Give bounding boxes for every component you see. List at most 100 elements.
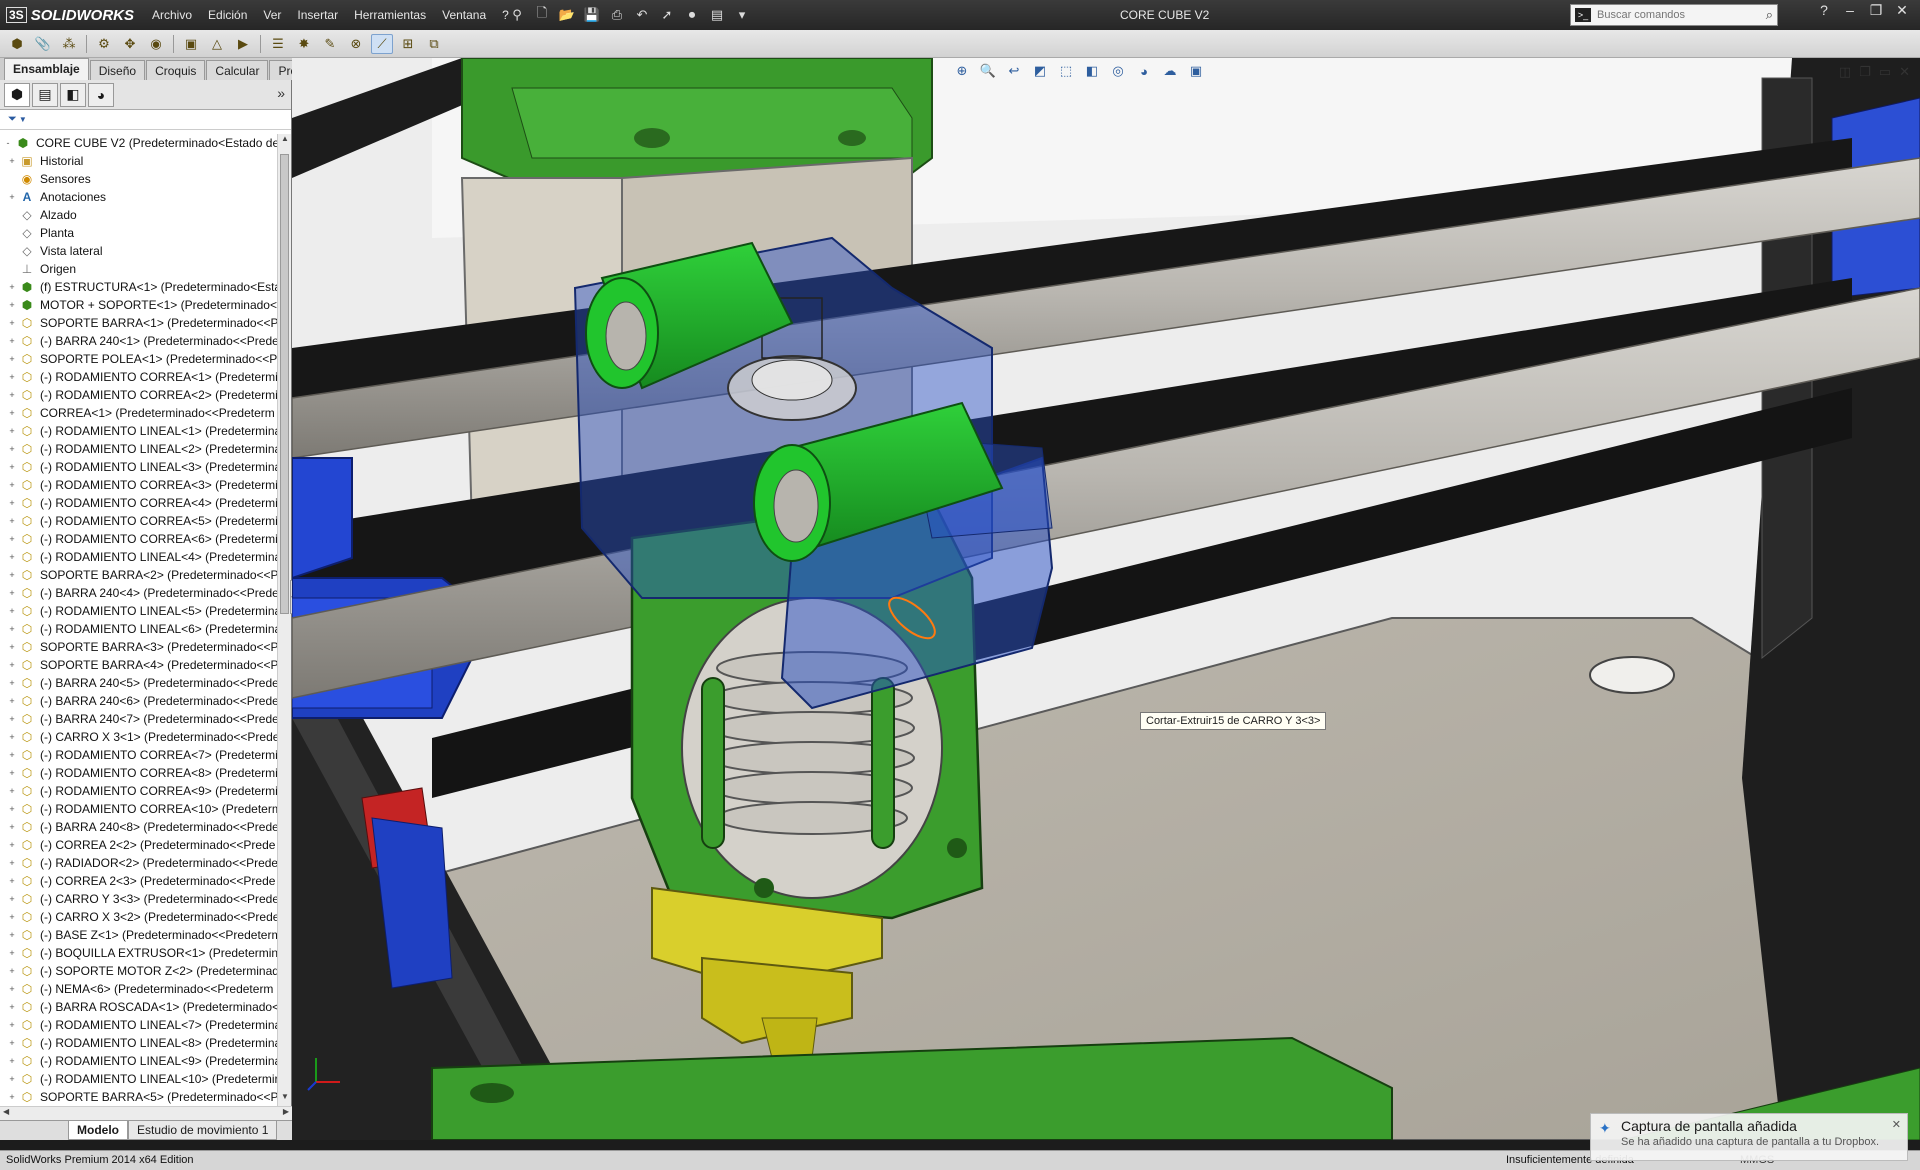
explode-line-sketch-icon[interactable]: ✎	[319, 34, 341, 54]
expand-toggle-icon[interactable]: +	[6, 354, 18, 364]
feature-tree-row[interactable]: + ▣ Historial	[0, 152, 278, 170]
expand-toggle-icon[interactable]: +	[6, 570, 18, 580]
show-hidden-icon[interactable]: ◉	[145, 34, 167, 54]
expand-toggle-icon[interactable]: +	[6, 732, 18, 742]
expand-toggle-icon[interactable]: +	[6, 336, 18, 346]
feature-tree-row[interactable]: + ⬡ (-) RODAMIENTO LINEAL<5> (Predetermina	[0, 602, 278, 620]
hide-show-items-icon[interactable]: ◎	[1108, 62, 1128, 80]
open-folder-icon[interactable]: 📂	[556, 4, 578, 26]
expand-toggle-icon[interactable]: +	[6, 786, 18, 796]
expand-toggle-icon[interactable]: +	[6, 1002, 18, 1012]
linear-pattern-icon[interactable]: ⁂	[58, 34, 80, 54]
feature-tree-row[interactable]: + ⬡ (-) RODAMIENTO CORREA<6> (Predetermin	[0, 530, 278, 548]
smart-fasteners-icon[interactable]: ⚙	[93, 34, 115, 54]
save-icon[interactable]: 💾	[581, 4, 603, 26]
feature-tree-row[interactable]: + ⬢ (f) ESTRUCTURA<1> (Predeterminado<Esta	[0, 278, 278, 296]
feature-tree-row[interactable]: + ⬡ SOPORTE BARRA<3> (Predeterminado<<Pr	[0, 638, 278, 656]
feature-tree-row[interactable]: + ⬡ (-) RODAMIENTO CORREA<1> (Predetermin	[0, 368, 278, 386]
expand-toggle-icon[interactable]: +	[6, 372, 18, 382]
viewport-restore-icon[interactable]: ❐	[1859, 64, 1871, 80]
tree-horizontal-scrollbar[interactable]: ◀ ▶	[0, 1106, 292, 1120]
feature-tree-row[interactable]: + ⬡ (-) RODAMIENTO LINEAL<3> (Predetermina	[0, 458, 278, 476]
expand-toggle-icon[interactable]: +	[6, 192, 18, 202]
expand-toggle-icon[interactable]: +	[6, 750, 18, 760]
expand-toggle-icon[interactable]: +	[6, 462, 18, 472]
expand-toggle-icon[interactable]: -	[2, 138, 14, 148]
feature-tree-row[interactable]: + ⬡ (-) BARRA 240<1> (Predeterminado<<Pred…	[0, 332, 278, 350]
insert-component-icon[interactable]: ⬢	[6, 34, 28, 54]
feature-tree-row[interactable]: + ⬡ (-) CORREA 2<3> (Predeterminado<<Prede	[0, 872, 278, 890]
instant3d-icon[interactable]: ⟋	[371, 33, 393, 54]
exploded-view-icon[interactable]: ✸	[293, 34, 315, 54]
feature-tree-row[interactable]: + ⬡ (-) RODAMIENTO LINEAL<4> (Predetermina	[0, 548, 278, 566]
expand-toggle-icon[interactable]: +	[6, 858, 18, 868]
expand-toggle-icon[interactable]: +	[6, 318, 18, 328]
expand-toggle-icon[interactable]: +	[6, 588, 18, 598]
feature-tree-row[interactable]: + ⬡ (-) RODAMIENTO CORREA<9> (Predetermin	[0, 782, 278, 800]
help-icon[interactable]: ?	[1814, 2, 1834, 19]
mate-icon[interactable]: 📎	[32, 34, 54, 54]
feature-tree-row[interactable]: + ⬡ (-) BARRA ROSCADA<1> (Predeterminado<	[0, 998, 278, 1016]
feature-tree-row[interactable]: + ⬡ (-) RODAMIENTO CORREA<8> (Predetermin	[0, 764, 278, 782]
expand-toggle-icon[interactable]: +	[6, 480, 18, 490]
menu-insertar[interactable]: Insertar	[289, 8, 346, 22]
expand-panel-icon[interactable]: »	[277, 85, 285, 101]
feature-tree-row[interactable]: + ⬡ (-) RODAMIENTO CORREA<4> (Predetermin	[0, 494, 278, 512]
rebuild-traffic-light-icon[interactable]: ⏺	[681, 4, 703, 26]
tab-calcular[interactable]: Calcular	[206, 60, 269, 80]
view-settings-icon[interactable]: ▣	[1186, 62, 1206, 80]
feature-tree-row[interactable]: + ⬡ (-) BARRA 240<6> (Predeterminado<<Pred…	[0, 692, 278, 710]
expand-toggle-icon[interactable]: +	[6, 282, 18, 292]
undo-icon[interactable]: ↶	[631, 4, 653, 26]
command-search[interactable]: >_ ⌕	[1570, 4, 1778, 26]
feature-tree-row[interactable]: + ⬡ (-) BARRA 240<8> (Predeterminado<<Pred…	[0, 818, 278, 836]
filter-dropdown-icon[interactable]: ▼	[19, 115, 27, 124]
menu-herramientas[interactable]: Herramientas	[346, 8, 434, 22]
feature-tree-row[interactable]: + ⬡ (-) RODAMIENTO CORREA<5> (Predetermin	[0, 512, 278, 530]
feature-tree-row[interactable]: + ⬡ (-) RODAMIENTO CORREA<3> (Predetermin	[0, 476, 278, 494]
feature-tree-row[interactable]: + ⬡ (-) CORREA 2<2> (Predeterminado<<Prede	[0, 836, 278, 854]
expand-toggle-icon[interactable]: +	[6, 714, 18, 724]
viewport-close-icon[interactable]: ✕	[1899, 64, 1910, 80]
feature-tree-row[interactable]: + ⬢ MOTOR + SOPORTE<1> (Predeterminado<	[0, 296, 278, 314]
large-assembly-mode-icon[interactable]: ⊞	[397, 34, 419, 54]
new-motion-study-icon[interactable]: ▶	[232, 34, 254, 54]
expand-toggle-icon[interactable]: +	[6, 606, 18, 616]
graphics-area[interactable]: CORE CUBE ⊕ 🔍 ↩ ◩ ⬚ ◧ ◎ ◕ ☁ ▣	[292, 58, 1920, 1140]
bill-of-materials-icon[interactable]: ☰	[267, 34, 289, 54]
apply-scene-icon[interactable]: ☁	[1160, 62, 1180, 80]
expand-toggle-icon[interactable]: +	[6, 1092, 18, 1102]
options-dropdown-icon[interactable]: ▾	[731, 4, 753, 26]
tab-modelo[interactable]: Modelo	[68, 1121, 128, 1140]
tree-filter[interactable]: ⏷ ▼	[0, 110, 291, 130]
dropbox-notification[interactable]: ✦ Captura de pantalla añadida Se ha añad…	[1590, 1113, 1908, 1161]
menu-ventana[interactable]: Ventana	[434, 8, 494, 22]
feature-tree-row[interactable]: + ⬡ SOPORTE POLEA<1> (Predeterminado<<Pr	[0, 350, 278, 368]
expand-toggle-icon[interactable]: +	[6, 1056, 18, 1066]
feature-tree-row[interactable]: - ⬢ CORE CUBE V2 (Predeterminado<Estado de…	[0, 134, 279, 152]
zoom-area-icon[interactable]: 🔍	[978, 62, 998, 80]
feature-tree-row[interactable]: + ⬡ (-) RODAMIENTO CORREA<2> (Predetermin	[0, 386, 278, 404]
expand-toggle-icon[interactable]: +	[6, 894, 18, 904]
expand-toggle-icon[interactable]: +	[6, 300, 18, 310]
reference-geometry-icon[interactable]: △	[206, 34, 228, 54]
feature-tree-row[interactable]: ◇ Vista lateral	[0, 242, 278, 260]
feature-tree-row[interactable]: ◉ Sensores	[0, 170, 278, 188]
tab-estudio-movimiento[interactable]: Estudio de movimiento 1	[128, 1121, 278, 1140]
feature-tree-row[interactable]: + ⬡ (-) BOQUILLA EXTRUSOR<1> (Predetermina	[0, 944, 278, 962]
expand-toggle-icon[interactable]: +	[6, 876, 18, 886]
assembly-features-icon[interactable]: ▣	[180, 34, 202, 54]
tree-vertical-scrollbar[interactable]: ▲ ▼	[277, 134, 291, 1106]
menu-edicion[interactable]: Edición	[200, 8, 255, 22]
expand-toggle-icon[interactable]: +	[6, 1038, 18, 1048]
feature-tree-row[interactable]: + ⬡ (-) RODAMIENTO LINEAL<1> (Predetermina	[0, 422, 278, 440]
expand-toggle-icon[interactable]: +	[6, 156, 18, 166]
feature-tree-row[interactable]: + ⬡ SOPORTE BARRA<1> (Predeterminado<<Pr	[0, 314, 278, 332]
property-manager-tab-icon[interactable]: ▤	[32, 82, 58, 107]
feature-tree-row[interactable]: + ⬡ SOPORTE BARRA<5> (Predeterminado<<Pr	[0, 1088, 278, 1106]
minimize-icon[interactable]: –	[1840, 2, 1860, 19]
menu-archivo[interactable]: Archivo	[144, 8, 200, 22]
feature-tree-row[interactable]: + ⬡ (-) RODAMIENTO LINEAL<2> (Predetermina	[0, 440, 278, 458]
expand-toggle-icon[interactable]: +	[6, 912, 18, 922]
speedpak-icon[interactable]: ⧉	[423, 34, 445, 54]
